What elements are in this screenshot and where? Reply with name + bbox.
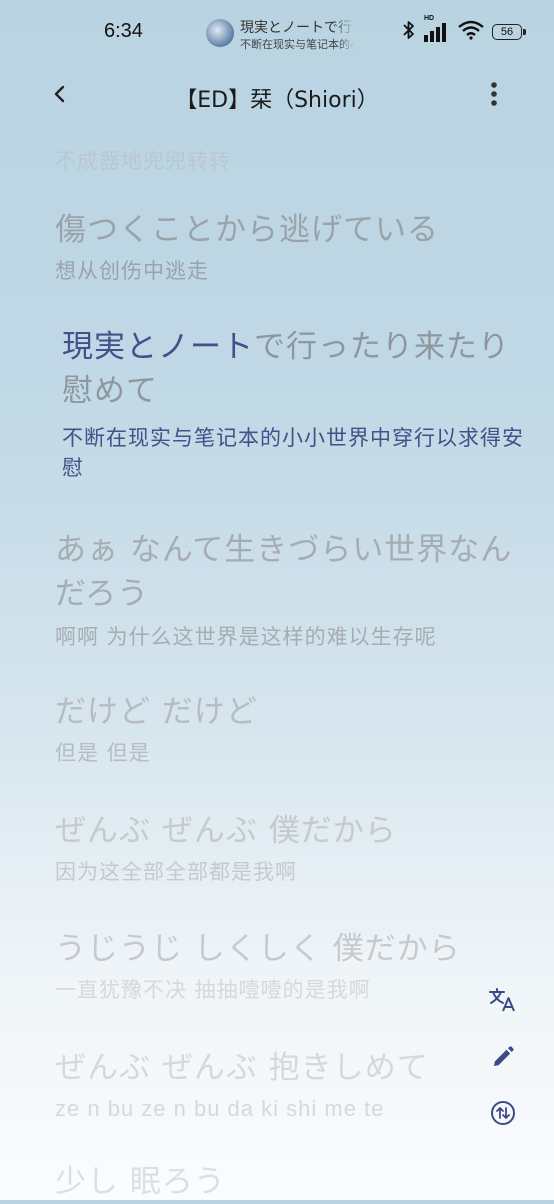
translate-button[interactable] <box>484 983 522 1021</box>
lyric-line[interactable]: だけど だけど 但是 但是 <box>55 690 535 768</box>
notification-album-art <box>206 19 234 47</box>
battery-indicator: 56 <box>492 24 526 40</box>
lyric-translation: 啊啊 为什么这世界是这样的难以生存呢 <box>55 625 437 649</box>
lyric-original: 現実とノートで行ったり来たり 慰めて <box>62 325 532 413</box>
lyric-original: うじうじ しくしく 僕だから <box>55 931 461 967</box>
lyric-line[interactable]: うじうじ しくしく 僕だから 一直犹豫不决 抽抽噎噎的是我啊 <box>55 927 535 1005</box>
lyric-line[interactable]: 傷つくことから逃げている 想从创伤中逃走 <box>55 208 535 286</box>
cellular-signal-icon: HD <box>424 15 450 43</box>
lyric-sung-part: 現実とノート <box>62 329 254 365</box>
status-bar: 6:34 現実とノートで行ったり来たり慰めて 不断在现实与笔记本的小小世界中穿行… <box>0 0 554 62</box>
edit-button[interactable] <box>484 1040 522 1078</box>
wifi-icon <box>458 20 484 44</box>
more-vertical-icon <box>490 81 498 111</box>
lyric-original: だけど だけど <box>55 694 258 730</box>
lyric-original: 少し 眠ろう <box>55 1164 226 1200</box>
swap-vertical-icon <box>490 1100 516 1130</box>
lyric-line[interactable]: 少し 眠ろう <box>55 1160 535 1204</box>
lyric-romaji: ze n bu ze n bu da ki shi me te <box>55 1096 385 1121</box>
translate-icon <box>489 987 517 1017</box>
lyric-line[interactable]: あぁ なんて生きづらい世界なんだろう 啊啊 为什么这世界是这样的难以生存呢 <box>55 528 535 652</box>
lyric-translation: 一直犹豫不决 抽抽噎噎的是我啊 <box>55 978 371 1002</box>
swap-lyrics-button[interactable] <box>484 1096 522 1134</box>
notification-subtitle: 不断在现实与笔记本的小小世界中穿行以求得安慰 <box>240 38 355 51</box>
lyric-line[interactable]: ぜんぶ ぜんぶ 抱きしめて ze n bu ze n bu da ki shi … <box>55 1046 535 1124</box>
lyric-translation: 不断在现实与笔记本的小小世界中穿行以求得安慰 <box>62 426 524 480</box>
notification-title: 現実とノートで行ったり来たり慰めて <box>240 20 355 36</box>
edit-icon <box>491 1045 515 1073</box>
bluetooth-icon <box>402 20 416 44</box>
lyric-translation: 因为这全部全部都是我啊 <box>55 860 297 884</box>
lyric-line[interactable]: 不成器地兜兜转转 <box>55 146 535 176</box>
status-time: 6:34 <box>104 20 143 42</box>
lyric-translation: 想从创伤中逃走 <box>55 259 209 283</box>
lyric-line[interactable]: ぜんぶ ぜんぶ 僕だから 因为这全部全部都是我啊 <box>55 809 535 887</box>
more-options-button[interactable] <box>474 76 514 116</box>
lyric-original: ぜんぶ ぜんぶ 僕だから <box>55 813 397 849</box>
lyric-original: あぁ なんて生きづらい世界なんだろう <box>55 532 513 612</box>
lyric-translation: 不成器地兜兜转转 <box>55 149 231 173</box>
lyrics-view[interactable]: 不成器地兜兜转转 傷つくことから逃げている 想从创伤中逃走 現実とノートで行った… <box>0 0 554 1200</box>
status-icons: HD 56 <box>402 15 526 44</box>
lyric-original: ぜんぶ ぜんぶ 抱きしめて <box>55 1050 429 1086</box>
app-bar: 【ED】栞（Shiori） <box>0 62 554 126</box>
song-title: 【ED】栞（Shiori） <box>175 88 379 113</box>
lyric-original: 傷つくことから逃げている <box>55 212 439 248</box>
lyric-line-active[interactable]: 現実とノートで行ったり来たり 慰めて 不断在现实与笔记本的小小世界中穿行以求得安… <box>62 325 532 483</box>
lyric-translation: 但是 但是 <box>55 741 151 765</box>
